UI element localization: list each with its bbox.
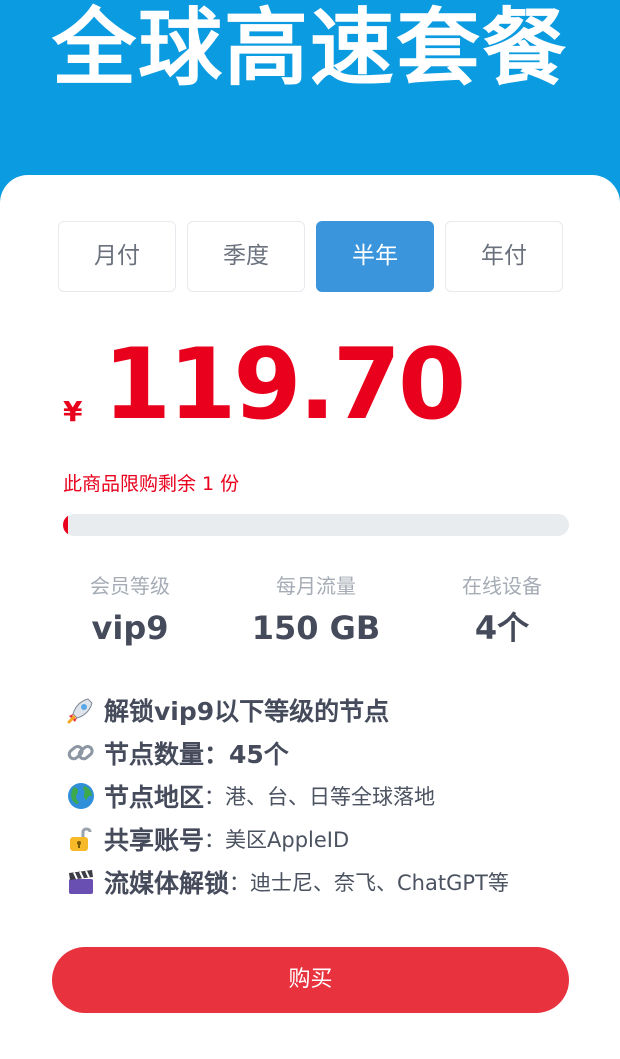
list-item: 解锁vip9以下等级的节点 [66, 688, 586, 731]
feature-title: 流媒体解锁 [104, 868, 230, 898]
stock-progress-fill [63, 514, 69, 536]
buy-button[interactable]: 购买 [52, 947, 569, 1013]
globe-icon [66, 781, 96, 811]
unlock-icon [66, 824, 96, 854]
feature-text: 港、台、日等全球落地 [225, 784, 436, 809]
rocket-icon [66, 695, 96, 725]
feature-title: 共享账号 [104, 825, 205, 855]
plan-stats: 会员等级 vip9 每月流量 150 GB 在线设备 4个 [60, 573, 560, 653]
stat-value: 4个 [474, 609, 530, 647]
stat-label: 在线设备 [462, 574, 542, 598]
list-item: 共享账号 ： 美区AppleID [66, 817, 586, 860]
list-item: 流媒体解锁 ： 迪士尼、奈飞、ChatGPT等 [66, 860, 586, 903]
billing-period-tabs: 月付 季度 半年 年付 [58, 221, 563, 292]
tab-yearly[interactable]: 年付 [445, 221, 563, 292]
feature-title: 节点数量：45个 [104, 739, 289, 769]
feature-text: 迪士尼、奈飞、ChatGPT等 [250, 870, 509, 895]
stock-limit-text: 此商品限购剩余 1 份 [63, 473, 240, 495]
stat-value: vip9 [91, 609, 169, 647]
tab-half-year[interactable]: 半年 [316, 221, 434, 292]
clapper-icon [66, 867, 96, 897]
stat-monthly-traffic: 每月流量 150 GB [246, 573, 386, 651]
list-item: 节点地区 ： 港、台、日等全球落地 [66, 774, 586, 817]
feature-list: 解锁vip9以下等级的节点 节点数量：45个 节点地区 ： 港、台、日等全球落地… [66, 688, 586, 903]
stock-progress-bar [63, 514, 569, 536]
tab-monthly[interactable]: 月付 [58, 221, 176, 292]
stat-online-devices: 在线设备 4个 [432, 573, 572, 651]
page-title: 全球高速套餐 [51, 0, 568, 97]
feature-text: 美区AppleID [225, 827, 350, 852]
currency-symbol: ¥ [63, 395, 83, 428]
stat-value: 150 GB [251, 609, 381, 647]
tab-quarterly[interactable]: 季度 [187, 221, 305, 292]
feature-title: 解锁vip9以下等级的节点 [104, 696, 390, 726]
plan-card: 月付 季度 半年 年付 ¥ 119.70 此商品限购剩余 1 份 会员等级 vi… [0, 175, 620, 1059]
stat-member-level: 会员等级 vip9 [60, 573, 200, 651]
price-amount: 119.70 [103, 328, 466, 442]
feature-separator: ： [204, 784, 226, 809]
feature-separator: ： [204, 827, 226, 852]
feature-title: 节点地区 [104, 782, 205, 812]
list-item: 节点数量：45个 [66, 731, 586, 774]
feature-separator: ： [229, 870, 251, 895]
stat-label: 会员等级 [90, 574, 170, 598]
link-icon [66, 738, 96, 768]
stat-label: 每月流量 [276, 574, 356, 598]
